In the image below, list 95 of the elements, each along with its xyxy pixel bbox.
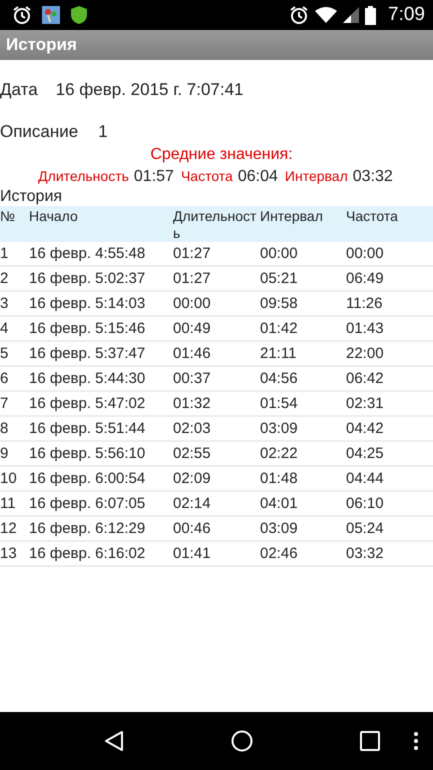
table-cell-text: 22:00 bbox=[346, 345, 385, 362]
table-cell-text: 04:01 bbox=[260, 495, 299, 512]
table-cell-text: 5 bbox=[0, 345, 10, 362]
table-cell-text: 16 февр. 5:02:37 bbox=[29, 270, 146, 287]
table-cell-text: 01:54 bbox=[260, 395, 299, 412]
table-cell-text: 00:46 bbox=[173, 520, 212, 537]
app-icon bbox=[42, 6, 60, 24]
table-cell-text: 04:25 bbox=[346, 445, 385, 462]
table-cell-text: 16 февр. 6:07:05 bbox=[29, 495, 146, 512]
shield-icon bbox=[70, 5, 88, 25]
table-cell-text: 00:49 bbox=[173, 320, 212, 337]
table-cell-text: 06:10 bbox=[346, 495, 385, 512]
table-cell-text: 16 февр. 5:56:10 bbox=[29, 445, 146, 462]
alarm-icon bbox=[12, 5, 32, 25]
table-cell-text: 7 bbox=[0, 395, 10, 412]
average-value: 01:57 bbox=[134, 168, 174, 186]
table-cell-text: 1 bbox=[0, 245, 10, 262]
average-label: Частота bbox=[180, 168, 233, 184]
table-cell-text: 04:42 bbox=[346, 420, 385, 437]
back-icon[interactable] bbox=[104, 730, 124, 752]
table-cell-text: 11:26 bbox=[346, 295, 384, 312]
table-cell-text: 01:27 bbox=[173, 270, 212, 287]
table-cell-text: 01:46 bbox=[173, 345, 212, 362]
table-cell-text: 6 bbox=[0, 370, 10, 387]
table-cell-text: 21:11 bbox=[260, 345, 298, 362]
table-cell-text: 2 bbox=[0, 270, 10, 287]
averages-title: Средние значения: bbox=[149, 146, 294, 164]
table-cell-text: 11 bbox=[0, 495, 17, 512]
clock-time: 7:09 bbox=[388, 4, 425, 26]
description-label: Описание bbox=[0, 122, 78, 143]
window-title: История bbox=[6, 35, 77, 55]
table-cell-text: 16 февр. 5:47:02 bbox=[29, 395, 146, 412]
date-label: Дата bbox=[0, 80, 38, 101]
table-cell-text: 01:32 bbox=[173, 395, 212, 412]
table-cell-text: 01:41 bbox=[173, 545, 212, 562]
table-cell-text: 03:32 bbox=[346, 545, 385, 562]
column-header: Частота bbox=[346, 208, 399, 226]
table-cell-text: 3 bbox=[0, 295, 10, 312]
recents-icon[interactable] bbox=[360, 731, 380, 751]
table-cell-text: 12 bbox=[0, 520, 18, 537]
table-cell-text: 16 февр. 5:44:30 bbox=[29, 370, 146, 387]
table-cell-text: 00:37 bbox=[173, 370, 212, 387]
table-cell-text: 16 февр. 6:12:29 bbox=[29, 520, 146, 537]
table-cell-text: 13 bbox=[0, 545, 18, 562]
table-cell-text: 01:43 bbox=[346, 320, 385, 337]
table-cell-text: 00:00 bbox=[173, 295, 212, 312]
wifi-icon bbox=[315, 7, 338, 23]
column-header: Длительность bbox=[173, 208, 258, 242]
average-label: Интервал bbox=[284, 168, 348, 184]
more-icon[interactable] bbox=[413, 731, 419, 751]
table-cell-text: 16 февр. 5:15:46 bbox=[29, 320, 146, 337]
table-cell-text: 02:46 bbox=[260, 545, 299, 562]
table-cell-text: 10 bbox=[0, 470, 18, 487]
table-cell-text: 02:09 bbox=[173, 470, 212, 487]
alarm-icon bbox=[289, 5, 310, 25]
table-cell-text: 01:42 bbox=[260, 320, 299, 337]
table-cell-text: 09:58 bbox=[260, 295, 299, 312]
history-title: История bbox=[0, 188, 64, 206]
table-cell-text: 8 bbox=[0, 420, 10, 437]
table-cell-text: 4 bbox=[0, 320, 10, 337]
average-value: 03:32 bbox=[352, 168, 393, 186]
average-value: 06:04 bbox=[238, 168, 278, 186]
table-cell-text: 05:21 bbox=[260, 270, 299, 287]
table-cell-text: 03:09 bbox=[260, 520, 299, 537]
signal-icon bbox=[343, 7, 360, 23]
home-icon[interactable] bbox=[230, 730, 252, 752]
table-cell-text: 9 bbox=[0, 445, 10, 462]
average-label: Длительность bbox=[38, 168, 129, 184]
table-cell-text: 00:00 bbox=[346, 245, 385, 262]
table-cell-text: 03:09 bbox=[260, 420, 299, 437]
table-cell-text: 02:31 bbox=[346, 395, 385, 412]
column-header: Начало bbox=[29, 208, 79, 226]
table-cell-text: 04:44 bbox=[346, 470, 385, 487]
column-header: Интервал bbox=[260, 208, 324, 226]
column-header: № bbox=[0, 208, 16, 226]
table-cell-text: 16 февр. 5:51:44 bbox=[29, 420, 146, 437]
table-cell-text: 16 февр. 4:55:48 bbox=[29, 245, 146, 262]
table-cell-text: 16 февр. 5:37:47 bbox=[29, 345, 146, 362]
table-cell-text: 04:56 bbox=[260, 370, 299, 387]
table-cell-text: 01:48 bbox=[260, 470, 299, 487]
table-cell-text: 16 февр. 5:14:03 bbox=[29, 295, 146, 312]
table-cell-text: 02:03 bbox=[173, 420, 212, 437]
table-cell-text: 16 февр. 6:16:02 bbox=[29, 545, 146, 562]
table-cell-text: 02:55 bbox=[173, 445, 212, 462]
table-cell-text: 01:27 bbox=[173, 245, 212, 262]
date-value: 16 февр. 2015 г. 7:07:41 bbox=[56, 80, 244, 101]
table-cell-text: 02:14 bbox=[173, 495, 212, 512]
table-cell-text: 06:49 bbox=[346, 270, 385, 287]
table-cell-text: 00:00 bbox=[260, 245, 299, 262]
table-cell-text: 02:22 bbox=[260, 445, 299, 462]
description-value: 1 bbox=[98, 122, 108, 143]
battery-icon bbox=[365, 6, 376, 24]
table-cell-text: 05:24 bbox=[346, 520, 385, 537]
table-cell-text: 16 февр. 6:00:54 bbox=[29, 470, 146, 487]
table-cell-text: 06:42 bbox=[346, 370, 385, 387]
